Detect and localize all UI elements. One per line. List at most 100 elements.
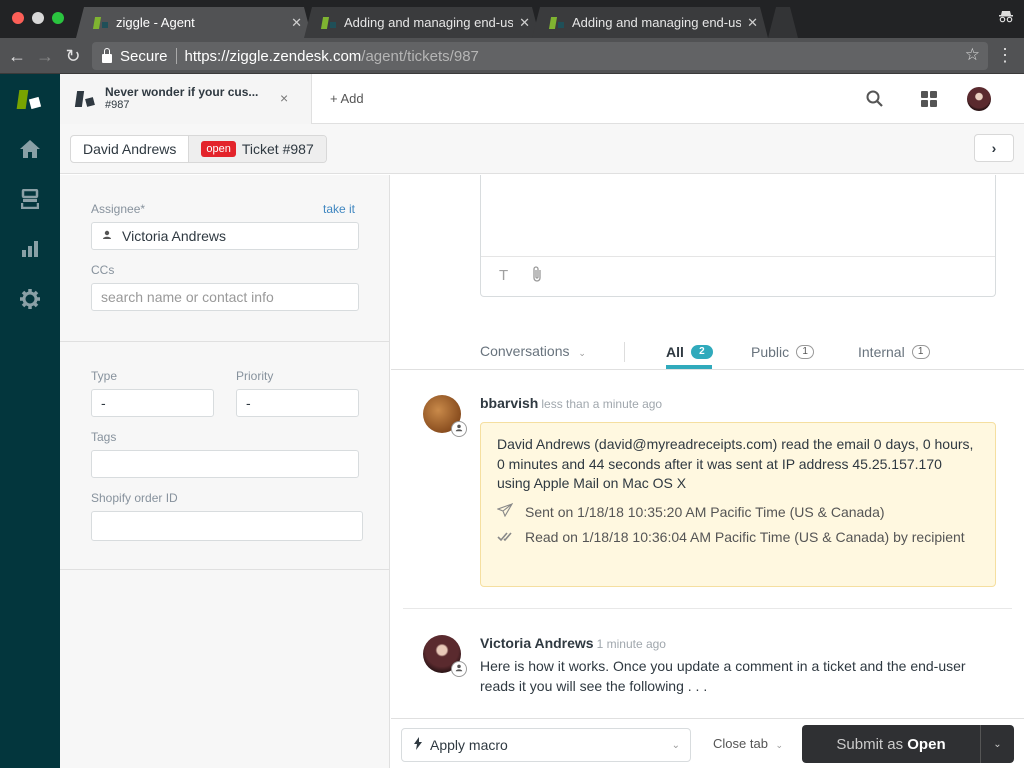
comment-author[interactable]: Victoria Andrews 1 minute ago	[480, 635, 666, 651]
ccs-label: CCs	[91, 263, 115, 277]
lock-icon	[102, 47, 112, 63]
zendesk-favicon-icon	[322, 17, 336, 29]
tab-internal-label: Internal	[858, 344, 905, 360]
read-timestamp: Read on 1/18/18 10:36:04 AM Pacific Time…	[525, 528, 965, 545]
comment-editor[interactable]: T	[480, 175, 996, 297]
incognito-icon	[998, 9, 1014, 25]
chevron-down-icon: ⌄	[671, 739, 680, 751]
browser-tab-adding-users-1[interactable]: Adding and managing end-use ✕	[304, 7, 540, 38]
comment-body: Here is how it works. Once you update a …	[480, 658, 966, 694]
agent-badge-icon	[451, 421, 467, 437]
type-label: Type	[91, 369, 118, 383]
next-panel-button[interactable]: ›	[974, 134, 1014, 162]
shopify-order-id-label: Shopify order ID	[91, 491, 178, 505]
ticket-tab-title: Never wonder if your cus...	[105, 85, 259, 99]
new-tab-button[interactable]	[768, 7, 798, 38]
back-button[interactable]: ←	[6, 45, 28, 67]
comment-item: bbarvish less than a minute ago David And…	[391, 395, 1024, 587]
breadcrumb-ticket[interactable]: open Ticket #987	[188, 136, 326, 162]
window-close-button[interactable]	[12, 12, 24, 24]
filter-separator	[624, 342, 625, 362]
ticket-tab[interactable]: Never wonder if your cus... #987 ×	[60, 74, 312, 124]
ticket-tab-number: #987	[105, 99, 130, 111]
submit-options-chevron-icon[interactable]: ⌄	[981, 739, 1014, 750]
zendesk-favicon-icon	[550, 17, 564, 29]
panel-divider	[60, 569, 390, 570]
submit-prefix: Submit as	[836, 735, 904, 753]
priority-label: Priority	[236, 369, 274, 383]
window-zoom-button[interactable]	[52, 12, 64, 24]
zendesk-logo-icon[interactable]	[16, 90, 44, 110]
bookmark-star-icon[interactable]: ☆	[965, 45, 980, 65]
take-it-link[interactable]: take it	[323, 202, 355, 216]
author-avatar[interactable]	[423, 635, 467, 677]
search-icon[interactable]	[865, 89, 885, 109]
user-avatar[interactable]	[967, 87, 991, 111]
chevron-down-icon: ⌄	[775, 740, 784, 750]
ticket-tab-close-icon[interactable]: ×	[280, 90, 288, 106]
admin-gear-icon[interactable]	[18, 287, 42, 311]
priority-select[interactable]: -	[236, 389, 359, 417]
close-tab-dropdown[interactable]: Close tab ⌄	[713, 736, 783, 751]
tags-label: Tags	[91, 430, 117, 444]
author-name: Victoria Andrews	[480, 635, 594, 651]
browser-tabstrip: ziggle - Agent ✕ Adding and managing end…	[0, 0, 1024, 38]
ticket-footer: Apply macro ⌄ Close tab ⌄ Submit as Open…	[391, 718, 1024, 768]
url-host: https://ziggle.zendesk.com	[184, 47, 362, 65]
ticket-subbar: David Andrews open Ticket #987 ›	[60, 124, 1024, 174]
tab-close-icon[interactable]: ✕	[291, 15, 302, 31]
browser-tab-adding-users-2[interactable]: Adding and managing end-use ✕	[532, 7, 768, 38]
note-body: David Andrews (david@myreadreceipts.com)…	[497, 436, 974, 491]
browser-menu-icon[interactable]: ⋮	[996, 45, 1014, 66]
conversations-dropdown[interactable]: Conversations ⌄	[480, 343, 586, 359]
sent-timestamp: Sent on 1/18/18 10:35:20 AM Pacific Time…	[525, 503, 885, 520]
editor-toolbar-divider	[481, 256, 995, 257]
internal-note: David Andrews (david@myreadreceipts.com)…	[480, 422, 996, 587]
browser-tab-ziggle-agent[interactable]: ziggle - Agent ✕	[76, 7, 312, 38]
tab-all-count: 2	[690, 345, 713, 359]
comment-separator	[403, 608, 1012, 609]
views-icon[interactable]	[18, 187, 42, 211]
breadcrumb: David Andrews open Ticket #987	[70, 135, 327, 163]
author-name: bbarvish	[480, 395, 539, 411]
shopify-order-id-input[interactable]	[91, 511, 363, 541]
apps-grid-icon[interactable]	[919, 89, 939, 109]
person-icon	[102, 223, 112, 249]
breadcrumb-ticket-label: Ticket #987	[241, 141, 314, 157]
assignee-field[interactable]: Victoria Andrews	[91, 222, 359, 250]
chevron-down-icon: ⌄	[578, 348, 586, 358]
submit-button-group: Submit as Open ⌄	[802, 725, 1014, 763]
submit-button[interactable]: Submit as Open	[802, 736, 980, 753]
add-button[interactable]: + Add	[330, 91, 364, 106]
double-check-icon	[497, 525, 515, 550]
author-avatar[interactable]	[423, 395, 467, 437]
apply-macro-select[interactable]: Apply macro ⌄	[401, 728, 691, 762]
tab-internal[interactable]: Internal 1	[858, 344, 930, 360]
filter-divider	[391, 369, 1024, 370]
tab-public-count: 1	[796, 345, 815, 359]
comment-time: 1 minute ago	[596, 637, 666, 651]
tab-public[interactable]: Public 1	[751, 344, 815, 360]
forward-button[interactable]: →	[34, 45, 56, 67]
reload-button[interactable]: ↻	[62, 45, 84, 67]
breadcrumb-requester[interactable]: David Andrews	[71, 136, 188, 162]
reporting-icon[interactable]	[18, 237, 42, 261]
product-nav	[0, 74, 60, 768]
submit-status: Open	[907, 735, 946, 753]
window-minimize-button[interactable]	[32, 12, 44, 24]
tab-all[interactable]: All 2	[666, 344, 713, 360]
agent-badge-icon	[451, 661, 467, 677]
text-format-icon[interactable]: T	[499, 267, 508, 284]
home-icon[interactable]	[18, 137, 42, 161]
tab-close-icon[interactable]: ✕	[519, 15, 530, 31]
tags-input[interactable]	[91, 450, 359, 478]
attachment-icon[interactable]	[531, 265, 543, 287]
type-select[interactable]: -	[91, 389, 214, 417]
assignee-value: Victoria Andrews	[122, 228, 227, 244]
address-bar[interactable]: Secure https://ziggle.zendesk.com/agent/…	[92, 42, 988, 70]
tab-close-icon[interactable]: ✕	[747, 15, 758, 31]
paper-plane-icon	[496, 500, 515, 525]
conversations-label: Conversations	[480, 343, 570, 359]
comment-author[interactable]: bbarvish less than a minute ago	[480, 395, 662, 411]
ccs-input[interactable]: search name or contact info	[91, 283, 359, 311]
